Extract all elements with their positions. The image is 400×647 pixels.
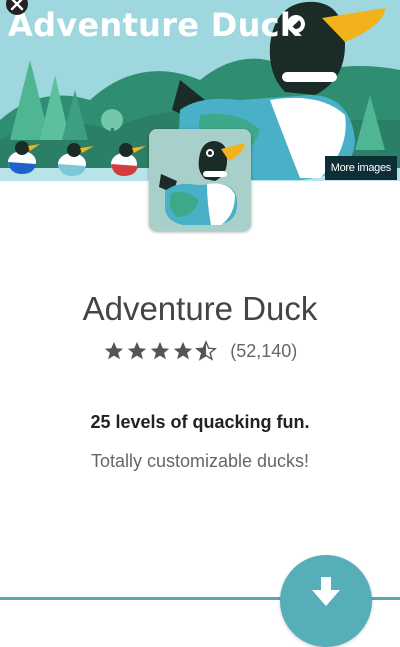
download-button[interactable] <box>280 555 372 647</box>
close-button[interactable] <box>3 0 29 20</box>
hero-title: Adventure Duck <box>8 6 302 44</box>
more-images-button[interactable]: More images <box>324 156 397 180</box>
rating-row: (52,140) <box>0 340 400 364</box>
star-half-icon <box>194 340 217 361</box>
close-icon <box>6 0 28 15</box>
star-icon <box>127 341 146 360</box>
review-count: (52,140) <box>230 340 298 361</box>
star-icon <box>173 341 192 360</box>
star-icon <box>104 341 123 360</box>
star-icon <box>150 341 169 360</box>
app-tagline: 25 levels of quacking fun. <box>90 412 310 432</box>
app-name: Adventure Duck <box>82 290 318 327</box>
app-subline: Totally customizable ducks! <box>90 451 310 471</box>
star-rating <box>103 340 218 362</box>
download-icon <box>312 577 340 606</box>
app-icon <box>149 129 251 231</box>
